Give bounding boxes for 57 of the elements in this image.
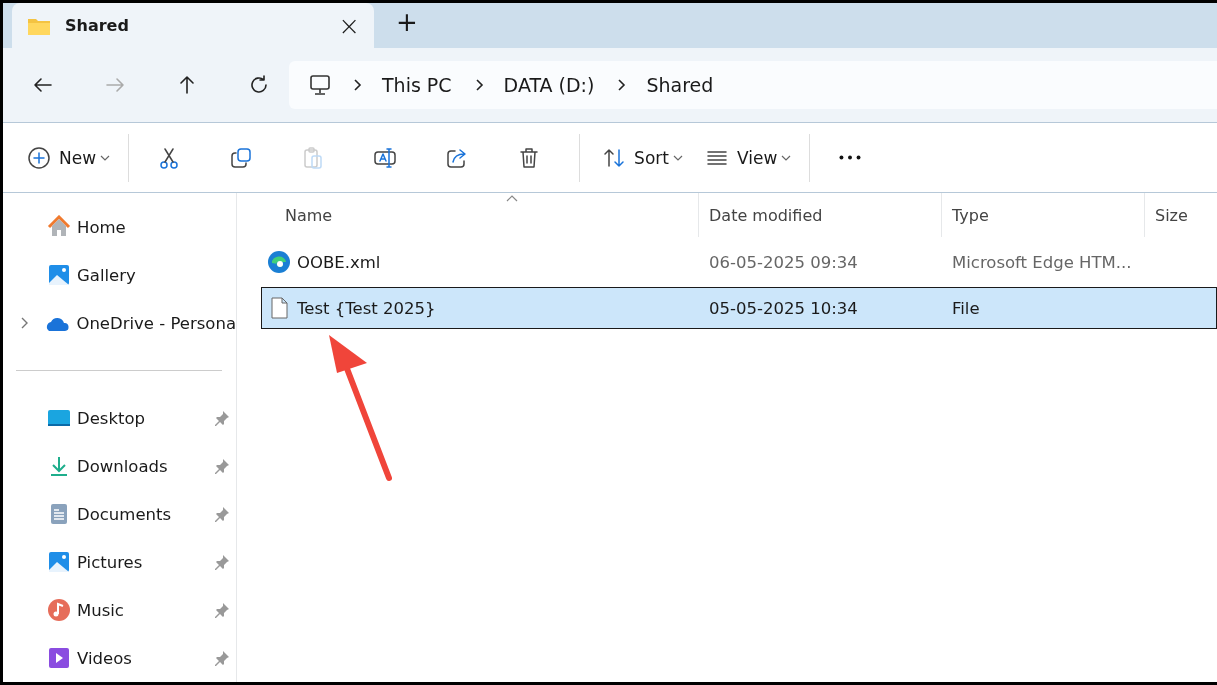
caret-icon <box>100 154 111 161</box>
plus-circle-icon <box>27 145 51 170</box>
sort-caret-icon <box>506 195 518 202</box>
file-row[interactable]: Test {Test 2025} 05-05-2025 10:34 File <box>261 287 1217 329</box>
browser-icon <box>267 250 291 274</box>
caret-icon <box>672 154 683 161</box>
chevron-icon <box>473 78 484 92</box>
rename-icon <box>373 145 398 170</box>
chevron-icon <box>352 78 362 92</box>
sidebar-item[interactable]: Desktop <box>3 394 236 442</box>
music-icon <box>47 598 71 622</box>
monitor-icon <box>308 73 332 97</box>
new-tab-button[interactable]: + <box>396 8 418 35</box>
pin-icon <box>214 602 230 618</box>
column-header[interactable]: Type <box>942 193 1145 237</box>
sort-button[interactable]: Sort <box>598 137 687 178</box>
sidebar-item[interactable]: OneDrive - Persona <box>3 299 236 347</box>
sidebar-item[interactable]: Gallery <box>3 251 236 299</box>
sidebar-item[interactable]: Music <box>3 586 236 634</box>
house-icon <box>47 215 71 239</box>
file-name: OOBE.xml <box>297 252 381 272</box>
table-cell-text: 05-05-2025 10:34 <box>708 298 859 318</box>
column-header[interactable]: Size <box>1145 193 1217 237</box>
more-icon <box>839 155 862 160</box>
view-button[interactable]: View <box>700 137 796 178</box>
folder-tab[interactable]: Shared × <box>12 3 374 48</box>
table-cell-text: 06-05-2025 09:34 <box>708 252 859 272</box>
pin-icon <box>214 554 230 570</box>
column-header[interactable]: Date modified <box>699 193 942 237</box>
sidebar-item[interactable]: Documents <box>3 490 236 538</box>
sidebar-item[interactable]: Pictures <box>3 538 236 586</box>
video-icon <box>47 646 71 670</box>
copy-icon <box>229 145 254 170</box>
close-tab-button[interactable]: × <box>338 12 360 39</box>
sidebar-item[interactable]: Home <box>3 203 236 251</box>
file-name: Test {Test 2025} <box>297 298 436 318</box>
new-button[interactable]: New <box>23 137 115 178</box>
caret-icon <box>781 154 792 161</box>
pin-icon <box>214 458 230 474</box>
address-bar[interactable]: This PC DATA (D:) Shared <box>289 61 1217 109</box>
tab-title: Shared <box>65 16 130 35</box>
pin-icon <box>214 650 230 666</box>
table-cell-text: File <box>951 298 981 318</box>
image-icon <box>47 263 71 287</box>
table-cell-text: Microsoft Edge HTM... <box>951 252 1133 272</box>
breadcrumb-item[interactable]: Shared <box>646 74 714 96</box>
chevron-icon <box>616 78 627 92</box>
image-icon <box>47 550 71 574</box>
breadcrumb-item[interactable]: This PC <box>382 74 452 96</box>
breadcrumb-item[interactable]: DATA (D:) <box>503 74 595 96</box>
sidebar-item[interactable]: Videos <box>3 634 236 682</box>
pin-icon <box>214 410 230 426</box>
column-header[interactable]: Name <box>261 193 699 237</box>
file-row[interactable]: OOBE.xml 06-05-2025 09:34 Microsoft Edge HTM... <box>261 241 1217 283</box>
expand-chevron-icon <box>19 316 29 330</box>
sidebar-item[interactable]: Downloads <box>3 442 236 490</box>
pin-icon <box>214 506 230 522</box>
